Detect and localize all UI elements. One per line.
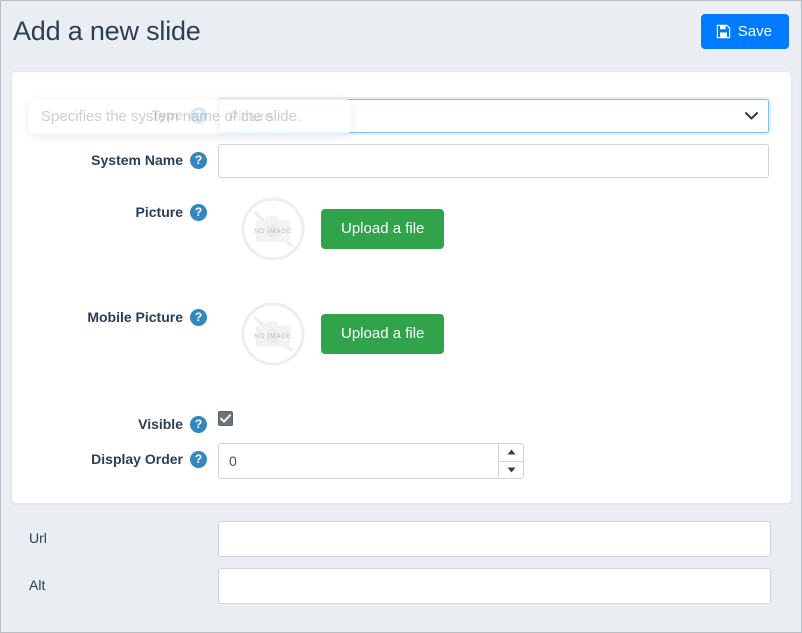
picture-label-group: Picture ?: [12, 196, 207, 220]
display-order-label-group: Display Order ?: [12, 443, 207, 467]
system-name-label: System Name: [91, 152, 183, 168]
mobile-picture-label: Mobile Picture: [87, 309, 183, 325]
url-control: [206, 521, 801, 557]
url-label-group: Url: [1, 521, 206, 545]
form-row-alt: Alt: [1, 568, 801, 604]
type-control: Picture: [207, 99, 791, 133]
help-icon-system-name[interactable]: ?: [190, 152, 207, 169]
url-input[interactable]: [218, 521, 771, 557]
system-name-control: [207, 144, 791, 178]
display-order-spinner: [218, 443, 524, 479]
picture-control: NO IMAGE Upload a file: [207, 196, 791, 262]
url-label: Url: [29, 530, 47, 546]
type-label: Type: [151, 107, 183, 123]
save-floppy-icon: [716, 24, 731, 39]
spinner-up-button[interactable]: [499, 444, 523, 462]
spinner-buttons: [498, 444, 523, 478]
form-row-display-order: Display Order ?: [12, 443, 791, 479]
no-image-placeholder-picture: NO IMAGE: [240, 196, 306, 262]
no-image-text: NO IMAGE: [254, 228, 292, 235]
no-image-text: NO IMAGE: [254, 333, 292, 340]
caret-up-icon: [507, 449, 516, 455]
picture-label: Picture: [136, 204, 183, 220]
alt-input[interactable]: [218, 568, 771, 604]
help-icon-display-order[interactable]: ?: [190, 451, 207, 468]
form-row-url: Url: [1, 521, 801, 557]
alt-control: [206, 568, 801, 604]
page-root: Add a new slide Save Type ? P: [1, 1, 801, 632]
visible-label-group: Visible ?: [12, 408, 207, 432]
caret-down-icon: [507, 467, 516, 473]
display-order-control: [207, 443, 791, 479]
form-row-system-name: System Name ?: [12, 144, 791, 178]
visible-checkbox[interactable]: [218, 411, 233, 426]
check-icon: [220, 414, 231, 423]
form-row-type: Type ? Picture: [12, 99, 791, 133]
no-image-placeholder-mobile-picture: NO IMAGE: [240, 301, 306, 367]
form-row-picture: Picture ? NO IMAGE Upl: [12, 196, 791, 262]
alt-label: Alt: [29, 577, 45, 593]
lower-fields-section: Url Alt: [1, 521, 801, 615]
save-button[interactable]: Save: [701, 14, 789, 49]
display-order-label: Display Order: [91, 451, 183, 467]
help-icon-picture[interactable]: ?: [190, 204, 207, 221]
mobile-picture-control: NO IMAGE Upload a file: [207, 301, 791, 367]
form-row-mobile-picture: Mobile Picture ? NO IMAGE: [12, 301, 791, 367]
system-name-input[interactable]: [218, 144, 769, 178]
system-name-label-group: System Name ?: [12, 144, 207, 168]
type-label-group: Type ?: [12, 99, 207, 123]
alt-label-group: Alt: [1, 568, 206, 592]
visible-control: [207, 408, 791, 426]
save-button-label: Save: [738, 24, 772, 39]
page-title: Add a new slide: [11, 18, 201, 45]
type-select[interactable]: Picture: [218, 99, 769, 133]
help-icon-mobile-picture[interactable]: ?: [190, 309, 207, 326]
mobile-picture-label-group: Mobile Picture ?: [12, 301, 207, 325]
form-row-visible: Visible ?: [12, 408, 791, 432]
help-icon-type[interactable]: ?: [190, 107, 207, 124]
upload-file-button-mobile-picture[interactable]: Upload a file: [321, 314, 444, 355]
help-icon-visible[interactable]: ?: [190, 416, 207, 433]
upload-file-button-picture[interactable]: Upload a file: [321, 209, 444, 250]
spinner-down-button[interactable]: [499, 462, 523, 479]
visible-label: Visible: [138, 416, 183, 432]
slide-form-card: Type ? Picture System Name ?: [11, 71, 792, 504]
page-header: Add a new slide Save: [1, 1, 801, 61]
display-order-input[interactable]: [219, 444, 498, 478]
